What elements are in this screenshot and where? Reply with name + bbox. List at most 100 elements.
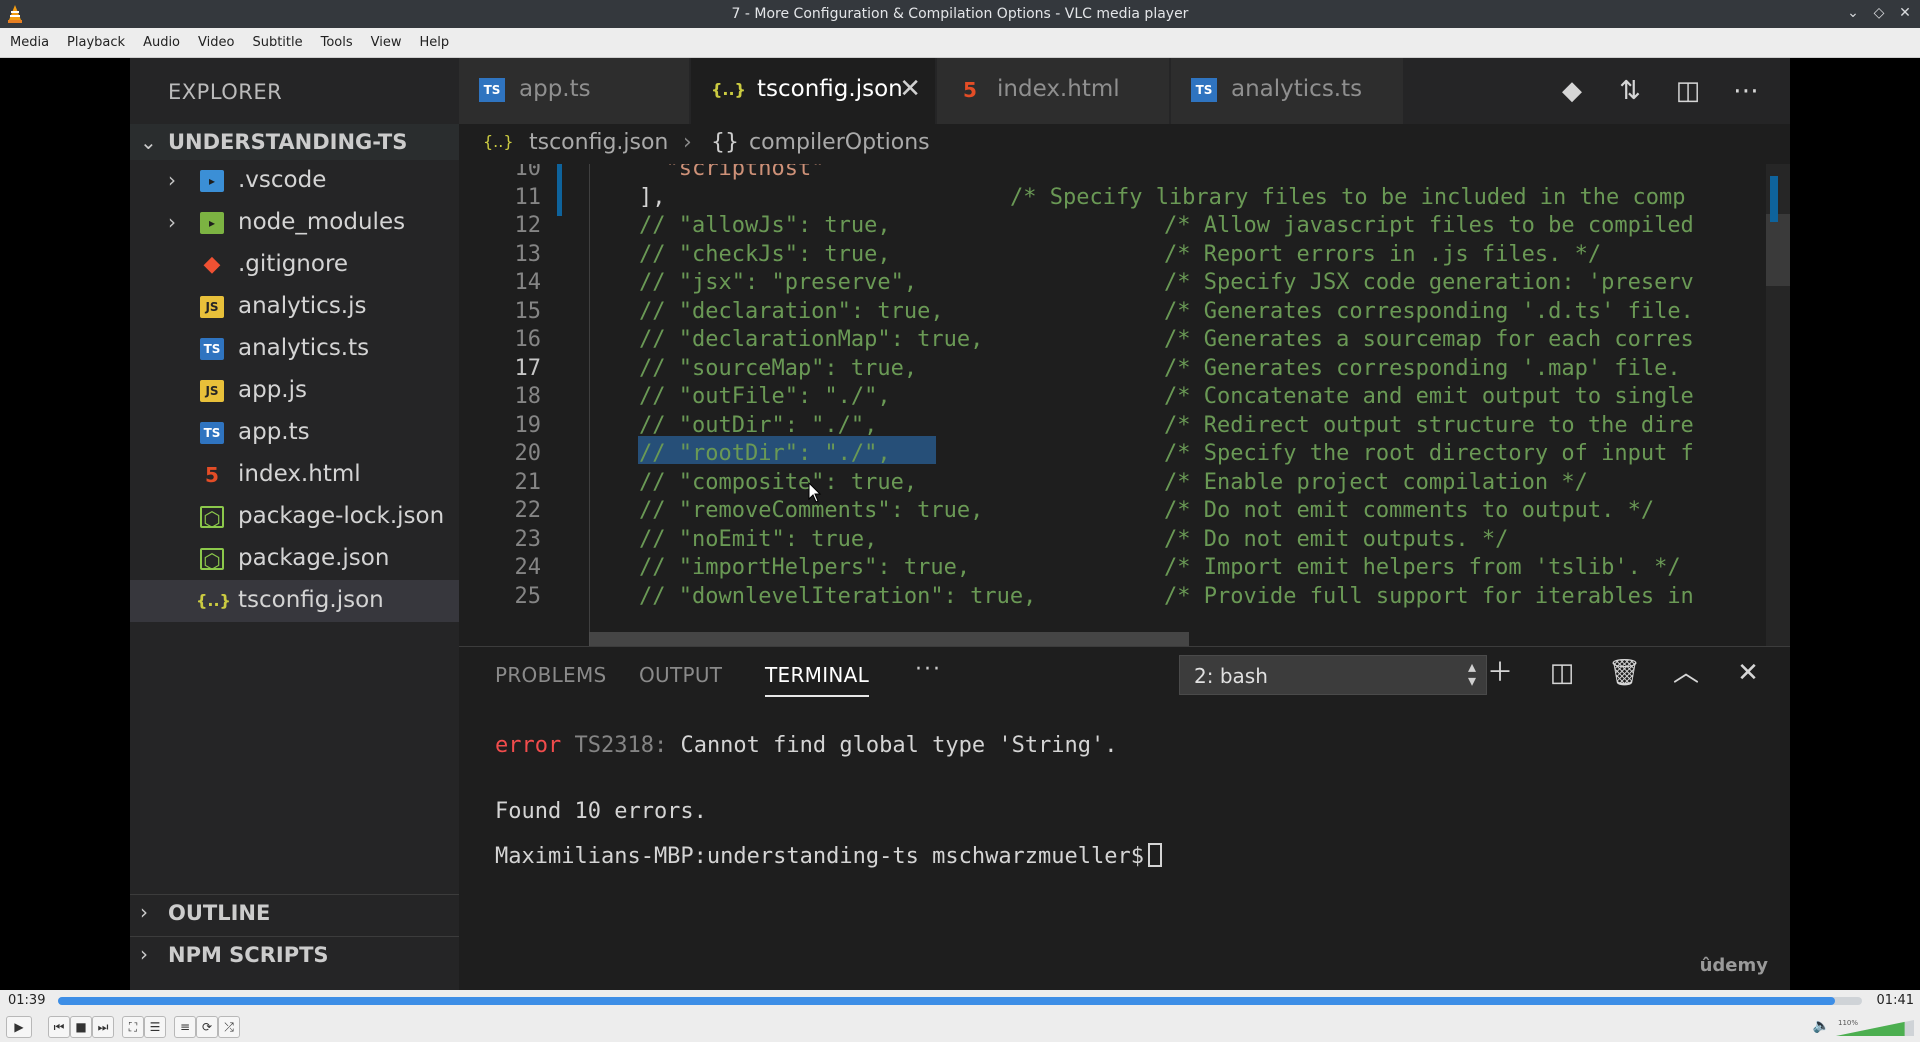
tree-file-app-js: JS app.js [130, 370, 459, 412]
line-number: 22 [514, 498, 542, 523]
more-actions-icon: ⋯ [1733, 76, 1759, 106]
ts-file-icon: TS [200, 338, 224, 360]
json-file-icon: {..} [711, 80, 746, 99]
code-comment: /* Specify the root directory of input f [1164, 441, 1694, 466]
play-button[interactable]: ▶ [6, 1016, 32, 1038]
elapsed-time: 01:39 [8, 993, 46, 1008]
tab-label: analytics.ts [1231, 76, 1363, 102]
title-bar: 7 - More Configuration & Compilation Opt… [0, 0, 1920, 28]
tab-label: app.ts [519, 76, 591, 102]
file-name: analytics.js [238, 293, 367, 319]
minimize-icon[interactable]: ⌄ [1844, 4, 1862, 22]
mouse-pointer-icon [808, 482, 822, 503]
code-comment: /* Generates corresponding '.d.ts' file. [1164, 299, 1694, 324]
modified-line-marker [557, 164, 562, 216]
js-file-icon: JS [200, 380, 224, 402]
horizontal-scrollbar [589, 632, 1189, 646]
tree-file-gitignore: ◆ .gitignore [130, 244, 459, 286]
terminal-prompt: Maximilians-MBP:understanding-ts mschwar… [495, 844, 1145, 869]
control-bar: ▶ ⏮ ■ ⏭ ⛶ ☰ ≡ ⟳ ⤮ 🔈 110% [0, 1012, 1920, 1042]
breadcrumb-file: tsconfig.json [529, 130, 669, 155]
more-icon: ··· [915, 657, 942, 682]
folder-vscode-icon: ▸ [200, 170, 224, 192]
html-file-icon: 5 [205, 463, 219, 487]
line-number: 23 [514, 527, 542, 552]
split-editor-icon: ◫ [1675, 76, 1701, 106]
ts-file-icon: TS [479, 78, 505, 102]
extended-settings-button[interactable]: ☰ [144, 1016, 166, 1038]
editor-tabs: TS app.ts {..} tsconfig.json ✕ 5 index.h… [459, 58, 1790, 124]
breadcrumb: {..} tsconfig.json › {} compilerOptions [459, 124, 1790, 164]
menu-view[interactable]: View [365, 35, 414, 50]
menu-video[interactable]: Video [192, 35, 246, 50]
menu-subtitle[interactable]: Subtitle [246, 35, 314, 50]
ts-file-icon: TS [200, 422, 224, 444]
tree-folder-node-modules: › ▸ node_modules [130, 202, 459, 244]
explorer-sidebar: EXPLORER ⌄ UNDERSTANDING-TS › ▸ .vscode … [130, 58, 459, 990]
code-comment: /* Do not emit comments to output. */ [1164, 498, 1655, 523]
menu-media[interactable]: Media [4, 35, 61, 50]
file-name: package.json [238, 545, 390, 571]
menu-help[interactable]: Help [414, 35, 462, 50]
file-name: analytics.ts [238, 335, 370, 361]
tab-tsconfig: {..} tsconfig.json ✕ [691, 58, 935, 124]
error-message: Cannot find global type 'String'. [667, 733, 1118, 758]
next-button[interactable]: ⏭ [92, 1016, 114, 1038]
file-name: node_modules [238, 209, 406, 235]
playlist-button[interactable]: ≡ [174, 1016, 196, 1038]
code-comment: /* Report errors in .js files. */ [1164, 242, 1602, 267]
tree-file-index-html: 5 index.html [130, 454, 459, 496]
code-line: // "composite": true, [639, 470, 918, 495]
terminal-error-line: error TS2318: Cannot find global type 'S… [495, 733, 1118, 758]
line-number: 13 [514, 242, 542, 267]
code-line: ], [639, 185, 666, 210]
add-terminal-icon: ＋ [1486, 658, 1513, 688]
vscode-window: EXPLORER ⌄ UNDERSTANDING-TS › ▸ .vscode … [130, 58, 1790, 990]
menu-playback[interactable]: Playback [61, 35, 137, 50]
git-lens-icon: ◆ [1562, 76, 1582, 106]
code-comment: /* Allow javascript files to be compiled [1164, 213, 1694, 238]
fullscreen-button[interactable]: ⛶ [122, 1016, 144, 1038]
tree-folder-vscode: › ▸ .vscode [130, 160, 459, 202]
seek-slider[interactable] [58, 997, 1862, 1005]
tree-file-app-ts: TS app.ts [130, 412, 459, 454]
select-arrows-icon: ▴ ▾ [1467, 657, 1476, 690]
tab-label: tsconfig.json [757, 76, 903, 102]
code-comment: /* Generates a sourcemap for each corres [1164, 327, 1694, 352]
file-name: tsconfig.json [238, 587, 384, 613]
tab-label: index.html [997, 76, 1120, 102]
stop-button[interactable]: ■ [70, 1016, 92, 1038]
volume-slider[interactable]: 110% [1836, 1017, 1914, 1037]
speaker-icon[interactable]: 🔈 [1813, 1018, 1830, 1034]
previous-button[interactable]: ⏮ [48, 1016, 70, 1038]
close-icon[interactable]: ✕ [1896, 4, 1914, 22]
chevron-right-icon: › [168, 168, 176, 192]
code-line: // "jsx": "preserve", [639, 270, 918, 295]
restore-icon[interactable]: ◇ [1870, 4, 1888, 22]
active-tab-indicator [765, 695, 869, 697]
loop-button[interactable]: ⟳ [196, 1016, 218, 1038]
chevron-right-icon: › [140, 942, 148, 966]
line-number: 14 [514, 270, 542, 295]
code-editor: 10 "scripthost" 11 ], /* Specify library… [459, 164, 1790, 646]
menu-tools[interactable]: Tools [315, 35, 365, 50]
video-area[interactable]: EXPLORER ⌄ UNDERSTANDING-TS › ▸ .vscode … [0, 58, 1920, 990]
line-number: 19 [514, 413, 542, 438]
close-icon: ✕ [1737, 658, 1759, 688]
error-code: TS2318: [574, 733, 668, 758]
code-comment: /* Enable project compilation */ [1164, 470, 1588, 495]
file-name: .gitignore [238, 251, 349, 277]
seek-progress [58, 997, 1835, 1005]
volume-label: 110% [1838, 1019, 1858, 1027]
chevron-up-icon: ︿ [1672, 658, 1699, 688]
menu-audio[interactable]: Audio [137, 35, 192, 50]
shuffle-button[interactable]: ⤮ [218, 1016, 240, 1038]
tab-app-ts: TS app.ts [459, 58, 689, 124]
vertical-scrollbar [1766, 164, 1790, 646]
outline-section: › OUTLINE [130, 894, 459, 930]
project-name: UNDERSTANDING-TS [168, 130, 408, 154]
split-terminal-icon: ◫ [1549, 658, 1575, 688]
tree-file-tsconfig: {..} tsconfig.json [130, 580, 459, 622]
line-number: 21 [514, 470, 542, 495]
chevron-down-icon: ⌄ [140, 130, 157, 154]
